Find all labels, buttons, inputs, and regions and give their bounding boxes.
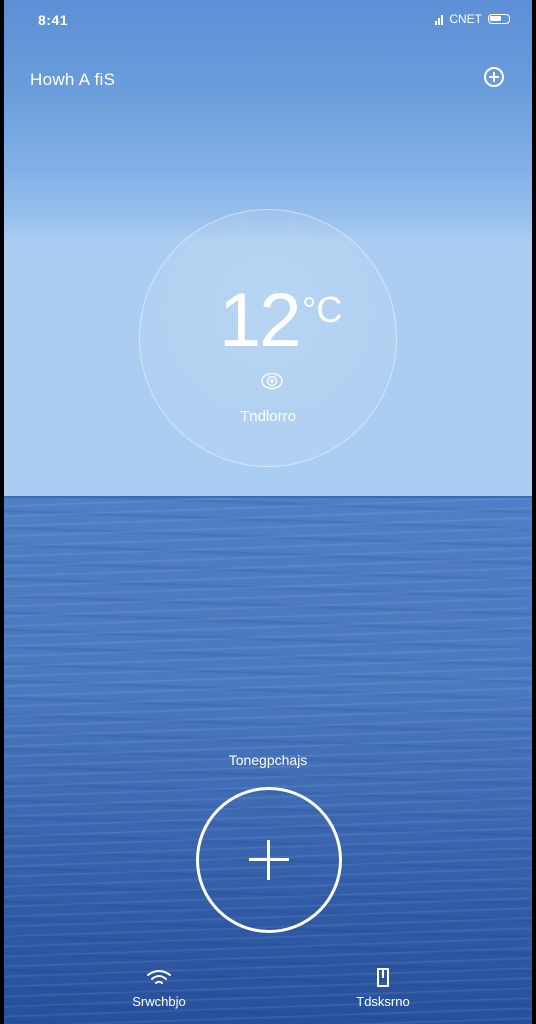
add-button[interactable]	[196, 787, 342, 933]
battery-icon	[488, 14, 510, 24]
temperature-value: 12	[219, 278, 302, 363]
condition-label: Tndlorro	[240, 408, 296, 425]
action-hint: Tonegpchajs	[228, 752, 308, 768]
temperature-unit: °C	[302, 289, 343, 330]
nav-right-label: Tdsksrno	[356, 994, 410, 1009]
status-time: 8:41	[38, 12, 69, 28]
plus-icon	[249, 840, 289, 880]
signal-icon	[435, 14, 444, 25]
device-icon	[377, 968, 389, 987]
status-indicators: CNET	[435, 12, 510, 26]
carrier-label: CNET	[449, 12, 482, 26]
nav-left-label: Srwchbjo	[132, 994, 186, 1009]
add-location-button[interactable]	[484, 67, 504, 87]
location-title[interactable]: Howh A fiS	[30, 70, 115, 90]
wifi-icon	[147, 970, 171, 984]
nav-item-right[interactable]: Tdsksrno	[338, 968, 428, 1009]
nav-item-left[interactable]: Srwchbjo	[114, 968, 204, 1009]
sun-icon	[261, 372, 283, 390]
weather-screen: 8:41 CNET Howh A fiS 12 °C Tndlorro Tone…	[4, 0, 532, 1024]
